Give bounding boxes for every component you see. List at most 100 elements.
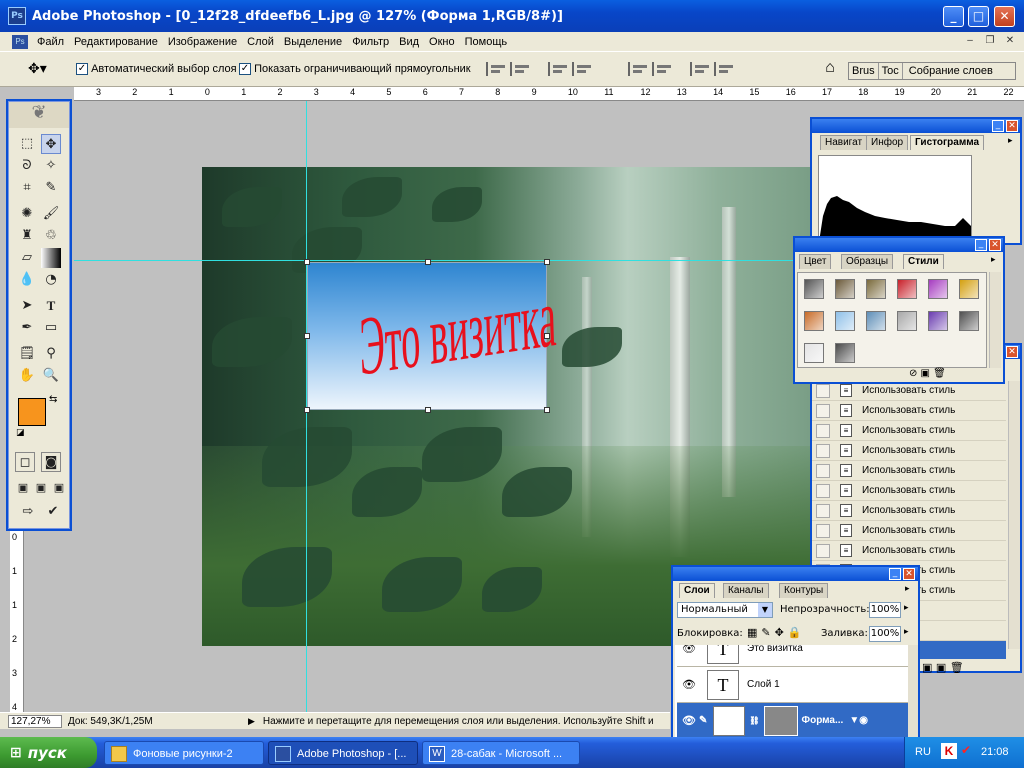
document-icon[interactable]: Ps: [12, 34, 28, 49]
history-scrollbar[interactable]: [1008, 381, 1020, 649]
auto-select-option[interactable]: ✓ Автоматический выбор слоя: [76, 63, 237, 76]
default-colors-icon[interactable]: ◪: [16, 428, 25, 438]
panel-close-button[interactable]: ✕: [1006, 346, 1018, 358]
align-hcenter-icon[interactable]: [572, 62, 594, 76]
history-snapshot-checkbox[interactable]: [816, 403, 830, 418]
history-item[interactable]: ≡ Использовать стиль: [812, 461, 1006, 481]
opacity-arrow-icon[interactable]: ▸: [904, 603, 909, 613]
zoom-field[interactable]: 127,27%: [8, 714, 62, 728]
history-snapshot-checkbox[interactable]: [816, 483, 830, 498]
history-snapshot-checkbox[interactable]: [816, 523, 830, 538]
panel-minimize-button[interactable]: _: [889, 568, 901, 580]
business-card-shape-layer[interactable]: Это визитка: [304, 259, 557, 413]
history-actions-icons[interactable]: ▣ ▣ 🗑: [922, 661, 964, 674]
palette-well-tab-tool-presets[interactable]: Toc: [879, 63, 903, 79]
dodge-tool-icon[interactable]: ◔: [41, 270, 61, 290]
blend-mode-select[interactable]: Нормальный ▼: [677, 602, 773, 618]
history-item[interactable]: ≡ Использовать стиль: [812, 481, 1006, 501]
lock-icons[interactable]: ▦✎✥🔒: [747, 626, 806, 639]
tab-info[interactable]: Инфор: [866, 135, 909, 150]
palette-well-icon[interactable]: ⌂: [816, 59, 844, 81]
layer-effects-icon[interactable]: ▼◉: [849, 715, 868, 726]
close-button[interactable]: ✕: [994, 6, 1015, 27]
history-item[interactable]: ≡ Использовать стиль: [812, 501, 1006, 521]
style-swatch[interactable]: [928, 279, 948, 299]
history-item[interactable]: ≡ Использовать стиль: [812, 421, 1006, 441]
move-tool-icon[interactable]: ✥: [41, 134, 61, 154]
history-snapshot-checkbox[interactable]: [816, 503, 830, 518]
photoshop-feather-icon[interactable]: ❦: [9, 102, 69, 128]
menu-image[interactable]: Изображение: [163, 36, 242, 48]
screen-mode-menu-icon[interactable]: ▣: [31, 478, 51, 498]
clone-stamp-tool-icon[interactable]: ♜: [17, 226, 37, 246]
panel-title-bar[interactable]: [673, 567, 918, 581]
panel-close-button[interactable]: ✕: [903, 568, 915, 580]
align-top-icon[interactable]: [486, 62, 508, 76]
history-item[interactable]: ≡ Использовать стиль: [812, 521, 1006, 541]
taskbar-task-folder[interactable]: Фоновые рисунки-2: [104, 741, 264, 765]
zoom-tool-icon[interactable]: 🔍: [41, 366, 61, 386]
status-arrow-icon[interactable]: ▶: [248, 716, 255, 727]
style-swatch[interactable]: [866, 279, 886, 299]
opacity-input[interactable]: 100%: [869, 602, 901, 618]
panel-title-bar[interactable]: [812, 119, 1020, 133]
distribute-hcenter-icon[interactable]: [714, 62, 736, 76]
transform-handle[interactable]: [425, 407, 431, 413]
fill-arrow-icon[interactable]: ▸: [904, 627, 909, 637]
move-tool-preset-icon[interactable]: ✥▾: [28, 60, 62, 78]
notes-tool-icon[interactable]: 🗒: [17, 344, 37, 364]
panel-minimize-button[interactable]: _: [992, 120, 1004, 132]
transform-handle[interactable]: [304, 259, 310, 265]
visibility-eye-icon[interactable]: 👁: [681, 645, 697, 656]
menu-window[interactable]: Окно: [424, 36, 460, 48]
tab-navigator[interactable]: Навигат: [820, 135, 868, 150]
palette-well-tab-brushes[interactable]: Brus: [849, 63, 879, 79]
style-swatch[interactable]: [897, 279, 917, 299]
styles-scrollbar[interactable]: [989, 272, 1001, 368]
style-swatch[interactable]: [959, 311, 979, 331]
history-snapshot-checkbox[interactable]: [816, 463, 830, 478]
style-swatch[interactable]: [959, 279, 979, 299]
magic-wand-tool-icon[interactable]: ✧: [41, 156, 61, 176]
tab-swatches[interactable]: Образцы: [841, 254, 894, 269]
layer-name[interactable]: Форма...: [802, 715, 844, 726]
rectangle-tool-icon[interactable]: ▭: [41, 318, 61, 338]
pen-tool-icon[interactable]: ✒: [17, 318, 37, 338]
transform-handle[interactable]: [544, 333, 550, 339]
language-indicator[interactable]: RU: [915, 746, 931, 758]
distribute-left-icon[interactable]: [690, 62, 712, 76]
history-brush-tool-icon[interactable]: ♲: [41, 226, 61, 246]
panel-menu-icon[interactable]: ▸: [991, 255, 996, 265]
visibility-eye-icon[interactable]: 👁: [681, 714, 697, 728]
style-swatch[interactable]: [804, 343, 824, 363]
foreground-color-swatch[interactable]: [18, 398, 46, 426]
style-swatch[interactable]: [804, 311, 824, 331]
standard-mode-icon[interactable]: ◻: [15, 452, 35, 472]
gradient-tool-icon[interactable]: [41, 248, 61, 268]
menu-help[interactable]: Помощь: [460, 36, 513, 48]
layer-row[interactable]: 👁 T Это визитка: [677, 645, 908, 667]
tab-color[interactable]: Цвет: [799, 254, 832, 269]
history-snapshot-checkbox[interactable]: [816, 443, 830, 458]
panel-menu-icon[interactable]: ▸: [905, 584, 910, 594]
tray-arrow-icon[interactable]: ✔: [961, 743, 971, 757]
marquee-tool-icon[interactable]: ⬚: [17, 134, 37, 154]
tab-channels[interactable]: Каналы: [723, 583, 769, 598]
menu-view[interactable]: Вид: [394, 36, 424, 48]
transform-handle[interactable]: [425, 259, 431, 265]
panel-close-button[interactable]: ✕: [989, 239, 1001, 251]
distribute-top-icon[interactable]: [628, 62, 650, 76]
show-bounds-checkbox[interactable]: ✓: [239, 63, 251, 76]
eraser-tool-icon[interactable]: ▱: [17, 248, 37, 268]
history-snapshot-checkbox[interactable]: [816, 423, 830, 438]
eyedropper-tool-icon[interactable]: ⚲: [41, 344, 61, 364]
brush-tool-icon[interactable]: 🖌: [41, 204, 61, 224]
menu-file[interactable]: Файл: [32, 36, 69, 48]
history-item[interactable]: ≡ Использовать стиль: [812, 401, 1006, 421]
path-selection-tool-icon[interactable]: ➤: [17, 296, 37, 316]
start-button[interactable]: ⊞ пуск: [0, 737, 97, 768]
visibility-eye-icon[interactable]: 👁: [681, 678, 697, 692]
quick-mask-mode-icon[interactable]: ◙: [41, 452, 61, 472]
crop-tool-icon[interactable]: ⌗: [17, 178, 37, 198]
transform-handle[interactable]: [544, 259, 550, 265]
